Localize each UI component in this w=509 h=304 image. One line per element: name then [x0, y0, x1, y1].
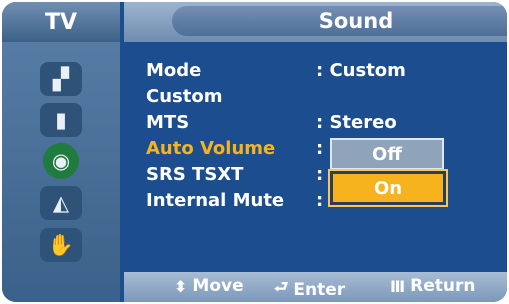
menu-value-mts: : Stereo: [316, 112, 397, 133]
menu-item-mts[interactable]: MTS: [146, 112, 189, 134]
setup-icon[interactable]: ◭: [40, 186, 82, 220]
dropdown-option-on[interactable]: On: [328, 169, 448, 207]
return-icon: Ⅲ: [390, 276, 406, 296]
menu-value-srs-tsxt: :: [316, 164, 324, 185]
dropdown-option-off[interactable]: Off: [330, 138, 444, 170]
input-icon-glyph: ✋: [47, 232, 75, 257]
input-icon[interactable]: ✋: [40, 228, 82, 262]
dropdown-option-off-label: Off: [372, 143, 402, 165]
tv-osd-screen: TV Sound ▞ ▮ ◉ ◭ ✋ Mode : Custom Custom …: [2, 2, 507, 302]
menu-value-mode: : Custom: [316, 60, 406, 81]
tv-label-text: TV: [44, 9, 78, 35]
tv-label: TV: [2, 2, 120, 42]
footer-return-label: Return: [410, 276, 476, 296]
picture-icon-glyph: ▞: [52, 67, 70, 91]
footer-enter: ⮐ Enter: [274, 276, 345, 302]
channel-icon-glyph: ◉: [51, 149, 71, 173]
menu-item-mode[interactable]: Mode: [146, 60, 201, 82]
menu-value-auto-volume: :: [316, 138, 324, 159]
picture-icon[interactable]: ▞: [40, 62, 82, 96]
page-title-text: Sound: [318, 9, 394, 33]
menu-item-internal-mute[interactable]: Internal Mute: [146, 190, 284, 212]
enter-icon: ⮐: [274, 277, 289, 296]
page-title: Sound: [172, 6, 507, 36]
sidebar: ▞ ▮ ◉ ◭ ✋: [2, 42, 120, 302]
dropdown-option-on-label: On: [373, 177, 403, 199]
auto-volume-dropdown: Off On: [328, 138, 448, 207]
channel-icon[interactable]: ◉: [43, 143, 79, 179]
menu-item-auto-volume[interactable]: Auto Volume: [146, 138, 275, 160]
move-icon: ⬍: [174, 276, 188, 296]
sound-icon-glyph: ▮: [55, 108, 67, 132]
footer-enter-label: Enter: [293, 279, 346, 300]
footer-move-label: Move: [192, 276, 244, 296]
setup-icon-glyph: ◭: [52, 191, 70, 215]
sound-icon[interactable]: ▮: [40, 103, 82, 137]
footer-move: ⬍ Move: [174, 276, 244, 296]
menu-item-custom[interactable]: Custom: [146, 86, 222, 108]
menu-item-srs-tsxt[interactable]: SRS TSXT: [146, 164, 243, 186]
footer-return: Ⅲ Return: [390, 276, 475, 296]
footer-bar: ⬍ Move ⮐ Enter Ⅲ Return: [124, 272, 507, 302]
title-bar: Sound: [124, 2, 507, 42]
